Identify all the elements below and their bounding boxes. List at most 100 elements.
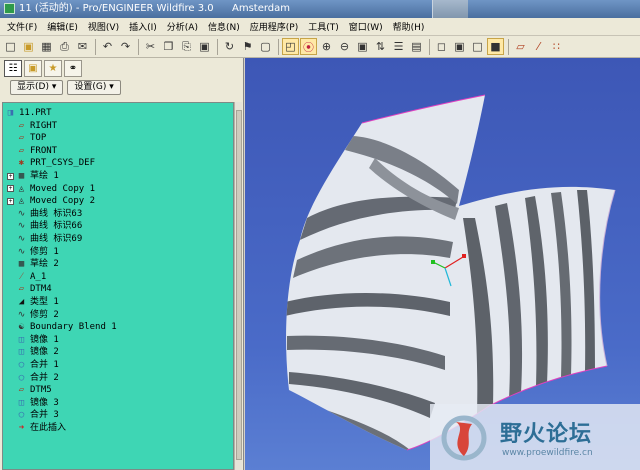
tree-item[interactable]: ◫ 镜像 3 — [16, 397, 59, 409]
tree-item[interactable]: ⁄ A_1 — [16, 271, 47, 283]
tree-item[interactable]: ▱ DTM5 — [16, 384, 52, 396]
tree-item[interactable]: ➜ 在此插入 — [16, 422, 66, 434]
tree-item[interactable]: ◫ 镜像 1 — [16, 334, 59, 346]
expand-toggle-icon[interactable]: + — [7, 197, 14, 205]
tree-item[interactable]: ∿ 曲线 标识69 — [16, 233, 83, 245]
tree-item[interactable]: + ◬ Moved Copy 2 — [7, 195, 95, 207]
datum-point-icon[interactable]: ∷ — [548, 38, 565, 55]
refit-icon[interactable]: ▣ — [354, 38, 371, 55]
saved-view-icon[interactable]: ◰ — [282, 38, 299, 55]
print-icon[interactable]: ⎙ — [56, 38, 73, 55]
curve-icon: ∿ — [17, 221, 26, 232]
model-tree: ◨ 11.PRT ▱ RIGHT ▱ TOP ▱ FRONT ✱ PRT_CSYS_DEF + ▦ 草绘… — [2, 102, 234, 470]
tree-item-label: PRT_CSYS_DEF — [30, 158, 96, 169]
boundary-blend-icon: ☯ — [18, 322, 25, 333]
cut-icon[interactable]: ✂ — [142, 38, 159, 55]
tree-item-label: Moved Copy 1 — [30, 183, 96, 194]
toolbar-divider — [278, 38, 279, 55]
tree-item[interactable]: ◫ 镜像 2 — [16, 346, 59, 358]
zoom-in-icon[interactable]: ⊕ — [318, 38, 335, 55]
copy-icon[interactable]: ❐ — [160, 38, 177, 55]
paste-special-icon[interactable]: ▣ — [196, 38, 213, 55]
tree-item[interactable]: ∿ 曲线 标识66 — [16, 220, 83, 232]
tree-item[interactable]: ▦ 草绘 2 — [16, 258, 59, 270]
display-dropdown[interactable]: 显示(D) ▾ — [10, 79, 64, 95]
email-icon[interactable]: ✉ — [74, 38, 91, 55]
reorient-icon[interactable]: ⇅ — [372, 38, 389, 55]
tree-item[interactable]: + ◬ Moved Copy 1 — [7, 183, 95, 195]
tree-item[interactable]: ✱ PRT_CSYS_DEF — [16, 157, 95, 169]
tree-item[interactable]: ◯ 合并 2 — [16, 372, 59, 384]
csys-x-marker — [462, 254, 466, 258]
tree-item[interactable]: ◢ 类型 1 — [16, 296, 59, 308]
mirror-icon: ◫ — [18, 397, 25, 408]
datum-plane-icon: ▱ — [18, 145, 25, 156]
tree-item[interactable]: ▱ RIGHT — [16, 120, 57, 132]
curve-icon: ∿ — [17, 234, 26, 244]
new-icon[interactable]: □ — [2, 38, 19, 55]
model-tree-tab-icon[interactable]: ☷ — [4, 59, 22, 77]
zoom-out-icon[interactable]: ⊖ — [336, 38, 353, 55]
watermark-title: 野火论坛 — [500, 422, 593, 447]
paste-icon[interactable]: ⎘ — [178, 38, 195, 55]
moved-copy-icon: ◬ — [18, 183, 25, 194]
no-hidden-icon[interactable]: □ — [469, 38, 486, 55]
tree-item[interactable]: + ▦ 草绘 1 — [7, 170, 59, 182]
menu-window[interactable]: 窗口(W) — [344, 20, 388, 33]
hidden-line-icon[interactable]: ▣ — [451, 38, 468, 55]
expand-toggle-icon[interactable]: + — [7, 185, 14, 193]
tree-item-label: DTM4 — [30, 284, 52, 295]
tree-item[interactable]: ◯ 合并 3 — [16, 409, 59, 421]
wireframe-icon[interactable]: ◻ — [433, 38, 450, 55]
save-icon[interactable]: ▦ — [38, 38, 55, 55]
menu-applications[interactable]: 应用程序(P) — [245, 20, 303, 33]
tree-item[interactable]: ∿ 曲线 标识63 — [16, 208, 83, 220]
tree-item[interactable]: ◯ 合并 1 — [16, 359, 59, 371]
folder-browser-tab-icon[interactable]: ▣ — [24, 59, 42, 77]
find-icon[interactable]: ⚑ — [239, 38, 256, 55]
curve-icon: ∿ — [17, 208, 26, 219]
menu-edit[interactable]: 编辑(E) — [42, 20, 83, 33]
menu-insert[interactable]: 插入(I) — [124, 20, 162, 33]
tree-item[interactable]: ▱ TOP — [16, 132, 46, 144]
expand-toggle-icon[interactable]: + — [7, 172, 14, 180]
window-title: 11 (活动的) - Pro/ENGINEER Wildfire 3.0 — [19, 3, 214, 14]
menu-info[interactable]: 信息(N) — [203, 20, 245, 33]
insert-here-icon: ➜ — [18, 423, 25, 433]
redo-icon[interactable]: ↷ — [117, 38, 134, 55]
scrollbar-thumb[interactable] — [236, 110, 242, 460]
tree-item-label: 曲线 标识63 — [30, 208, 83, 219]
tree-item[interactable]: ◨ 11.PRT — [5, 107, 52, 119]
background-window-label: Amsterdam — [232, 3, 291, 14]
menu-tools[interactable]: 工具(T) — [303, 20, 344, 33]
tree-item[interactable]: ☯ Boundary Blend 1 — [16, 321, 117, 333]
settings-dropdown-label: 设置(G) — [74, 81, 107, 92]
tree-item[interactable]: ▱ FRONT — [16, 145, 57, 157]
csys-icon: ✱ — [18, 158, 25, 169]
datum-axis-icon[interactable]: ⁄ — [530, 38, 547, 55]
layers-icon[interactable]: ▤ — [408, 38, 425, 55]
connections-tab-icon[interactable]: ⚭ — [64, 59, 82, 77]
datum-display-icon[interactable]: ⦿ — [300, 38, 317, 55]
tree-item[interactable]: ▱ DTM4 — [16, 283, 52, 295]
tree-item[interactable]: ∿ 修剪 1 — [16, 246, 59, 258]
menu-help[interactable]: 帮助(H) — [388, 20, 430, 33]
settings-dropdown[interactable]: 设置(G) ▾ — [67, 79, 121, 95]
undo-icon[interactable]: ↶ — [99, 38, 116, 55]
view-list-icon[interactable]: ☰ — [390, 38, 407, 55]
datum-plane-icon[interactable]: ▱ — [512, 38, 529, 55]
tree-scrollbar[interactable] — [234, 102, 242, 470]
menu-analysis[interactable]: 分析(A) — [162, 20, 203, 33]
regenerate-icon[interactable]: ↻ — [221, 38, 238, 55]
tree-item[interactable]: ∿ 修剪 2 — [16, 309, 59, 321]
app-icon — [4, 3, 15, 14]
menu-view[interactable]: 视图(V) — [83, 20, 124, 33]
select-box-icon[interactable]: ▢ — [257, 38, 274, 55]
menu-file[interactable]: 文件(F) — [2, 20, 42, 33]
tree-item-label: TOP — [30, 133, 47, 144]
shading-icon[interactable]: ■ — [487, 38, 504, 55]
open-icon[interactable]: ▣ — [20, 38, 37, 55]
tree-item-label: 草绘 1 — [30, 171, 59, 181]
forum-watermark: 野火论坛 www.proewildfire.cn — [430, 404, 640, 470]
favorites-tab-icon[interactable]: ★ — [44, 59, 62, 77]
